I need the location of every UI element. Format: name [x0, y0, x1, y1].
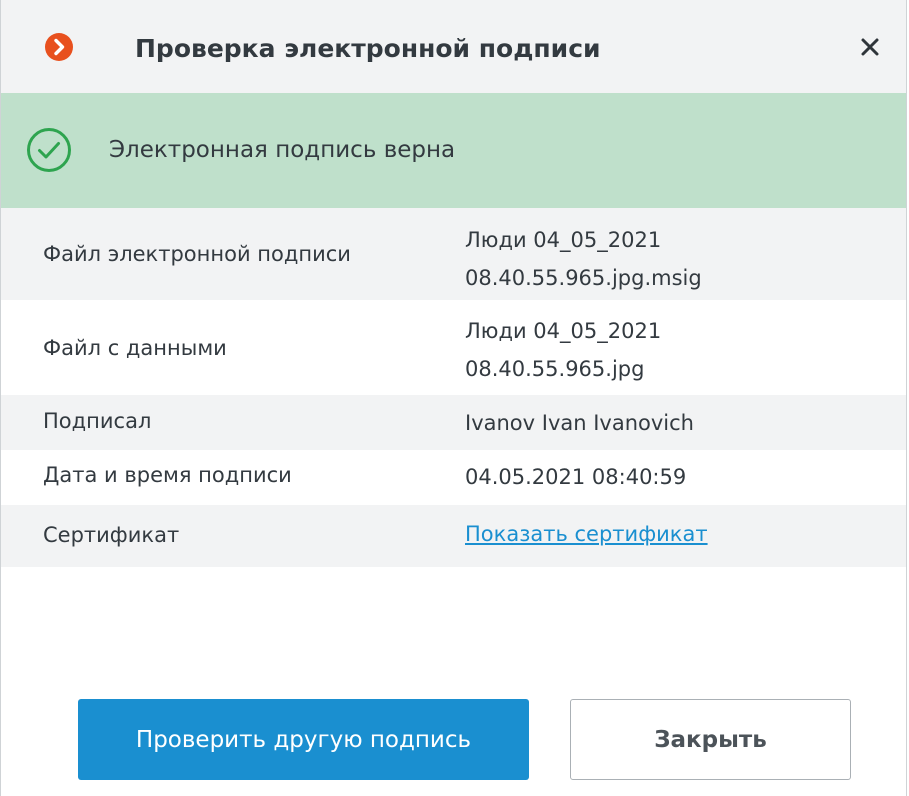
- status-text: Электронная подпись верна: [109, 137, 456, 163]
- dialog-title: Проверка электронной подписи: [135, 34, 601, 63]
- title-bar: Проверка электронной подписи: [1, 0, 906, 94]
- data-file-value: Люди 04_05_2021 08.40.55.965.jpg: [465, 312, 661, 388]
- close-icon[interactable]: [856, 33, 884, 61]
- signature-file-label: Файл электронной подписи: [43, 242, 351, 266]
- status-banner: Электронная подпись верна: [1, 93, 906, 208]
- signed-by-label: Подписал: [43, 409, 152, 433]
- close-button[interactable]: Закрыть: [570, 699, 851, 780]
- signature-verification-dialog: Проверка электронной подписи Электронная…: [0, 0, 907, 796]
- verify-another-button[interactable]: Проверить другую подпись: [78, 699, 529, 780]
- detail-row-datetime: Дата и время подписи 04.05.2021 08:40:59: [1, 450, 906, 505]
- signature-details: Файл электронной подписи Люди 04_05_2021…: [1, 208, 906, 567]
- signature-file-line1: Люди 04_05_2021: [465, 228, 662, 252]
- check-circle-icon: [26, 127, 72, 173]
- certificate-label: Сертификат: [43, 523, 180, 547]
- data-file-line2: 08.40.55.965.jpg: [465, 357, 645, 381]
- detail-row-signed-by: Подписал Ivanov Ivan Ivanovich: [1, 395, 906, 450]
- certificate-value: Показать сертификат: [465, 515, 708, 553]
- data-file-label: Файл с данными: [43, 336, 227, 360]
- detail-row-data-file: Файл с данными Люди 04_05_2021 08.40.55.…: [1, 300, 906, 395]
- detail-row-signature-file: Файл электронной подписи Люди 04_05_2021…: [1, 208, 906, 300]
- datetime-value: 04.05.2021 08:40:59: [465, 465, 687, 489]
- detail-row-certificate: Сертификат Показать сертификат: [1, 505, 906, 567]
- datetime-label: Дата и время подписи: [43, 463, 292, 487]
- signature-file-value: Люди 04_05_2021 08.40.55.965.jpg.msig: [465, 221, 702, 297]
- app-logo-icon: [45, 33, 73, 61]
- data-file-line1: Люди 04_05_2021: [465, 319, 662, 343]
- signed-by-value: Ivanov Ivan Ivanovich: [465, 411, 694, 435]
- signature-file-line2: 08.40.55.965.jpg.msig: [465, 266, 702, 290]
- show-certificate-link[interactable]: Показать сертификат: [465, 522, 708, 546]
